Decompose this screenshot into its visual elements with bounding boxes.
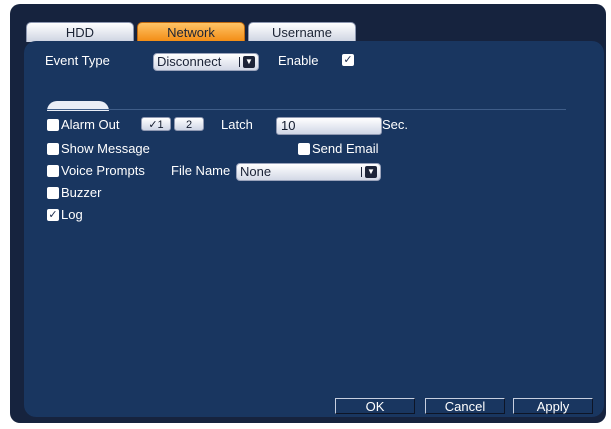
send-email-checkbox[interactable] <box>298 143 310 155</box>
chevron-down-icon: ▼ <box>365 166 377 178</box>
check-icon: ✓ <box>343 54 353 66</box>
alarm-out-channel-1-label: 1 <box>157 119 164 131</box>
send-email-label: Send Email <box>312 141 379 156</box>
latch-unit: Sec. <box>382 117 409 132</box>
event-type-label: Event Type <box>45 53 110 68</box>
select-divider <box>239 57 240 67</box>
enable-label: Enable <box>278 53 319 68</box>
alarm-out-channel-1[interactable]: ✓1 <box>141 117 171 131</box>
tab-username[interactable]: Username <box>248 22 356 42</box>
file-name-select[interactable]: None ▼ <box>236 163 381 181</box>
buzzer-label: Buzzer <box>61 185 102 200</box>
voice-prompts-label: Voice Prompts <box>61 163 145 178</box>
ok-button[interactable]: OK <box>335 398 415 414</box>
log-checkbox[interactable]: ✓ <box>47 209 59 221</box>
alarm-out-channel-2[interactable]: 2 <box>174 117 204 131</box>
file-name-label: File Name <box>171 163 231 178</box>
show-message-checkbox[interactable] <box>47 143 59 155</box>
enable-checkbox[interactable]: ✓ <box>342 54 354 66</box>
content-panel <box>24 41 604 417</box>
section-divider <box>47 109 566 110</box>
event-type-value: Disconnect <box>157 54 222 69</box>
alarm-out-label: Alarm Out <box>61 117 120 132</box>
chevron-down-icon: ▼ <box>243 56 255 68</box>
tab-network[interactable]: Network <box>137 22 245 42</box>
latch-label: Latch <box>221 117 253 132</box>
apply-button[interactable]: Apply <box>513 398 593 414</box>
file-name-value: None <box>240 164 272 179</box>
show-message-label: Show Message <box>61 141 150 156</box>
select-divider <box>361 167 362 177</box>
voice-prompts-checkbox[interactable] <box>47 165 59 177</box>
tab-hdd[interactable]: HDD <box>26 22 134 42</box>
latch-input[interactable]: 10 <box>276 117 382 135</box>
check-icon: ✓ <box>148 119 158 131</box>
buzzer-checkbox[interactable] <box>47 187 59 199</box>
log-label: Log <box>61 207 83 222</box>
alarm-out-channel-2-label: 2 <box>185 119 193 131</box>
check-icon: ✓ <box>48 209 58 221</box>
latch-value: 10 <box>281 118 296 133</box>
event-type-select[interactable]: Disconnect ▼ <box>153 53 259 71</box>
alarm-out-checkbox[interactable] <box>47 119 59 131</box>
cancel-button[interactable]: Cancel <box>425 398 505 414</box>
